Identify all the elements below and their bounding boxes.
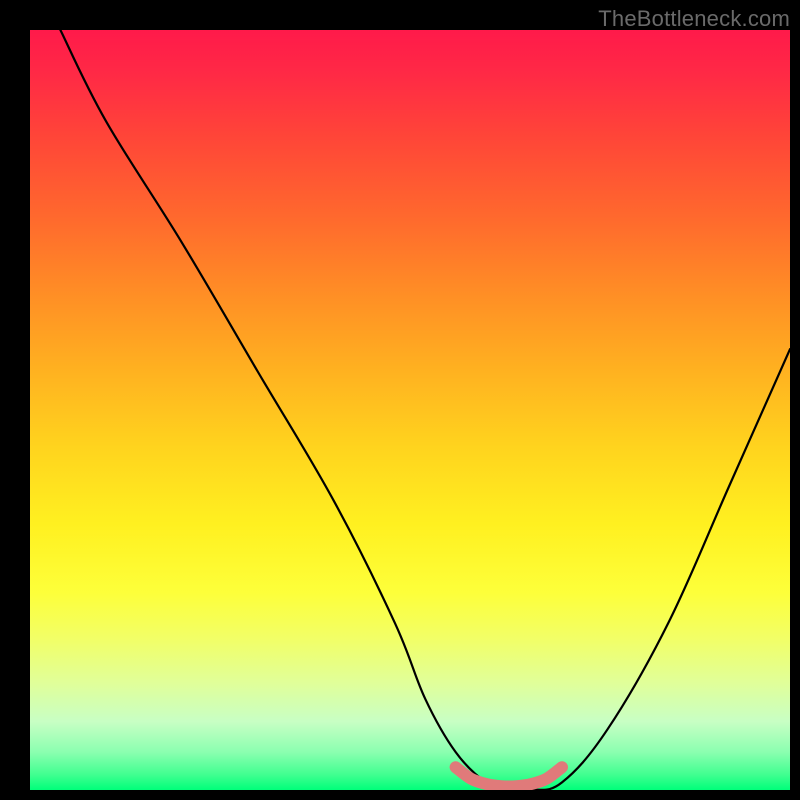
bottleneck-curve (60, 30, 790, 790)
curve-svg (30, 30, 790, 790)
watermark-text: TheBottleneck.com (598, 6, 790, 32)
plot-area (30, 30, 790, 790)
